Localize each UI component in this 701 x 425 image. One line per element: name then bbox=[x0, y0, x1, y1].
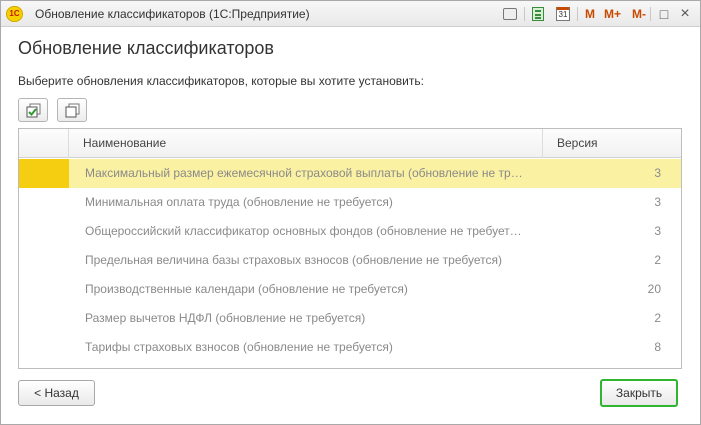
uncheck-all-button[interactable] bbox=[57, 98, 87, 122]
memory-subtract-button[interactable]: M- bbox=[632, 6, 646, 22]
row-marker bbox=[19, 159, 69, 188]
close-window-icon[interactable]: × bbox=[677, 6, 693, 22]
window-title: Обновление классификаторов (1С:Предприят… bbox=[35, 7, 310, 21]
title-bar: 1C Обновление классификаторов (1С:Предпр… bbox=[1, 1, 700, 27]
table-row[interactable]: Производственные календари (обновление н… bbox=[19, 275, 681, 304]
memory-button[interactable]: M bbox=[585, 6, 595, 22]
row-name: Минимальная оплата труда (обновление не … bbox=[85, 195, 393, 209]
row-name: Производственные календари (обновление н… bbox=[85, 282, 408, 296]
row-marker bbox=[19, 304, 69, 333]
back-button[interactable]: < Назад bbox=[18, 380, 95, 406]
dialog-window: 1C Обновление классификаторов (1С:Предпр… bbox=[0, 0, 701, 425]
row-marker bbox=[19, 333, 69, 362]
restore-window-icon[interactable]: □ bbox=[656, 6, 672, 22]
check-all-icon bbox=[26, 103, 41, 118]
table-row[interactable]: Предельная величина базы страховых взнос… bbox=[19, 246, 681, 275]
table-row[interactable]: Тарифы страховых взносов (обновление не … bbox=[19, 333, 681, 362]
table-row[interactable]: Общероссийский классификатор основных фо… bbox=[19, 217, 681, 246]
calendar-icon[interactable]: 31 bbox=[556, 7, 570, 21]
row-version: 2 bbox=[654, 253, 661, 267]
row-name: Размер вычетов НДФЛ (обновление не требу… bbox=[85, 311, 366, 325]
instruction-text: Выберите обновления классификаторов, кот… bbox=[18, 74, 424, 88]
table-row[interactable]: Размер вычетов НДФЛ (обновление не требу… bbox=[19, 304, 681, 333]
table-header: Наименование Версия bbox=[19, 129, 681, 158]
row-version: 20 bbox=[647, 282, 661, 296]
row-name: Общероссийский классификатор основных фо… bbox=[85, 224, 525, 238]
close-button[interactable]: Закрыть bbox=[600, 379, 678, 407]
row-name: Тарифы страховых взносов (обновление не … bbox=[85, 340, 393, 354]
row-version: 2 bbox=[654, 311, 661, 325]
classifiers-table: Наименование Версия Максимальный размер … bbox=[18, 128, 682, 369]
uncheck-all-icon bbox=[65, 103, 80, 118]
row-name: Предельная величина базы страховых взнос… bbox=[85, 253, 502, 267]
row-marker bbox=[19, 246, 69, 275]
toolbar-separator bbox=[577, 7, 578, 21]
row-version: 8 bbox=[654, 340, 661, 354]
table-row[interactable]: Минимальная оплата труда (обновление не … bbox=[19, 188, 681, 217]
toolbar-separator bbox=[650, 7, 651, 21]
calculator-icon[interactable] bbox=[532, 7, 544, 21]
version-column-header[interactable]: Версия bbox=[543, 129, 681, 158]
page-title: Обновление классификаторов bbox=[18, 38, 274, 58]
row-marker bbox=[19, 188, 69, 217]
row-version: 3 bbox=[654, 195, 661, 209]
row-marker bbox=[19, 217, 69, 246]
row-version: 3 bbox=[654, 224, 661, 238]
check-all-button[interactable] bbox=[18, 98, 48, 122]
1c-logo-icon: 1C bbox=[6, 6, 23, 22]
row-name: Максимальный размер ежемесячной страхово… bbox=[85, 166, 525, 180]
print-icon[interactable] bbox=[503, 8, 517, 20]
table-row[interactable]: Максимальный размер ежемесячной страхово… bbox=[19, 159, 681, 188]
memory-add-button[interactable]: M+ bbox=[604, 6, 621, 22]
toolbar-separator bbox=[524, 7, 525, 21]
row-version: 3 bbox=[654, 166, 661, 180]
name-column-header[interactable]: Наименование bbox=[69, 129, 543, 158]
marker-column-header bbox=[19, 129, 69, 158]
row-marker bbox=[19, 275, 69, 304]
